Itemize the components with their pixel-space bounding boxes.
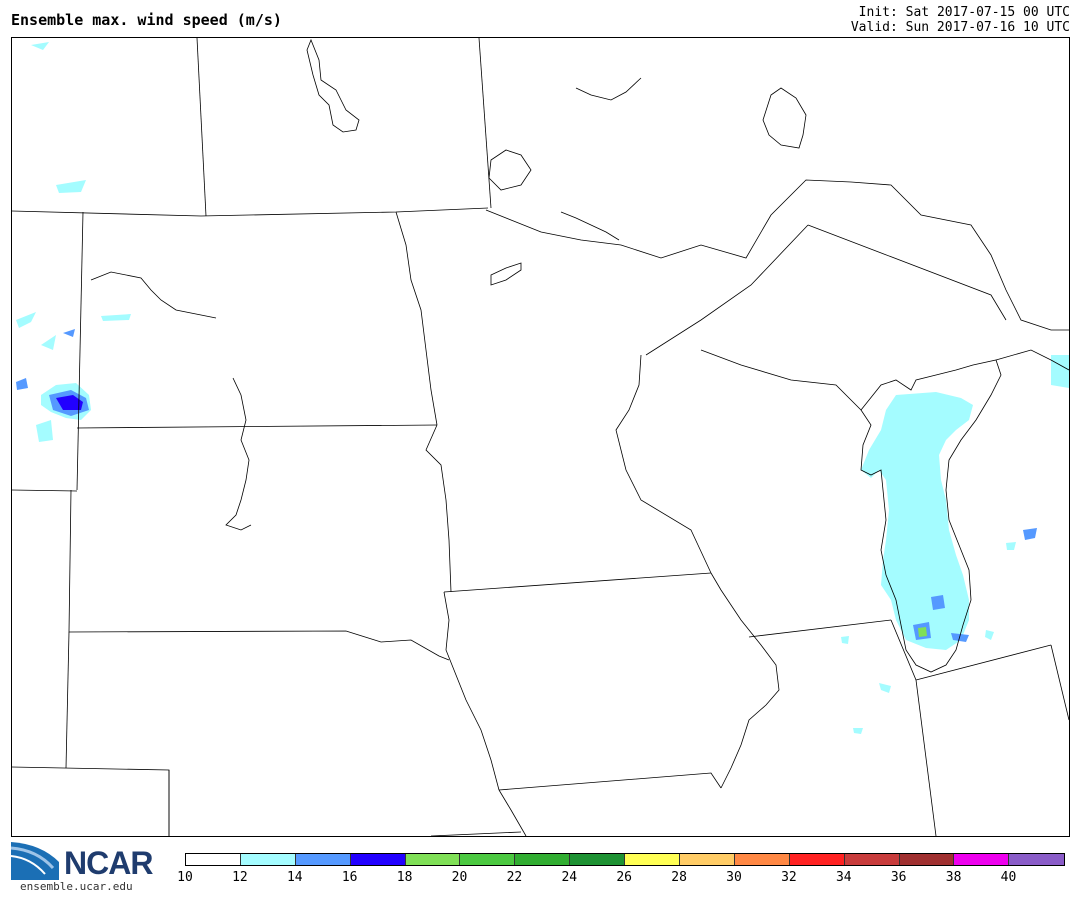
state-border-mt-nd <box>76 211 84 491</box>
colorbar-tick-label: 26 <box>616 870 633 885</box>
colorbar-swatch <box>680 854 735 865</box>
map-title: Ensemble max. wind speed (m/s) <box>11 11 282 29</box>
colorbar-swatch <box>899 854 955 865</box>
colorbar-tick-label: 24 <box>561 870 578 885</box>
wind-area-west-6 <box>36 420 53 442</box>
wind-area-west-2 <box>16 312 36 328</box>
colorbar <box>185 853 1066 866</box>
map-panel <box>11 37 1070 837</box>
state-border-ks-mo-south <box>430 831 522 836</box>
colorbar-tick-label: 12 <box>232 870 248 885</box>
wind-area-cyan-9 <box>853 728 863 734</box>
wind-area-west-4 <box>56 180 86 193</box>
time-info: Init: Sat 2017-07-15 00 UTC Valid: Sun 2… <box>851 5 1070 35</box>
state-border-wi-mn <box>615 354 712 574</box>
lake-winnipeg <box>306 38 360 133</box>
colorbar-swatch <box>350 854 406 865</box>
colorbar-swatch <box>625 854 681 865</box>
colorbar-swatch <box>570 854 626 865</box>
wind-area-blue-2 <box>16 378 28 390</box>
colorbar-tick-label: 20 <box>451 870 468 885</box>
colorbar-swatch <box>515 854 571 865</box>
colorbar-tick-label: 40 <box>1000 870 1017 885</box>
colorbar-tick-label: 14 <box>286 870 303 885</box>
state-border-sd-ne <box>68 489 450 661</box>
colorbar-tick-label: 38 <box>945 870 962 885</box>
colorbar-swatch <box>789 854 845 865</box>
colorbar-swatch <box>240 854 296 865</box>
missouri-river <box>90 271 217 319</box>
lake-superior-shore <box>485 179 1069 331</box>
colorbar-tick-label: 10 <box>177 870 193 885</box>
wind-area-blue-4 <box>931 595 945 610</box>
lake-ontario-area <box>560 211 620 241</box>
state-border-nd-mn <box>395 211 438 426</box>
wind-area-west-5 <box>31 42 49 50</box>
wind-area-lake-michigan <box>861 392 973 650</box>
lake-nipigon <box>762 87 807 149</box>
colorbar-swatch <box>460 854 516 865</box>
wind-area-green-1 <box>918 627 927 637</box>
init-time: Init: Sat 2017-07-15 00 UTC <box>858 5 1070 20</box>
state-border-mi-ontario <box>807 224 1007 321</box>
colorbar-swatch <box>844 854 900 865</box>
state-border-sd-mn <box>425 424 452 593</box>
red-lake <box>490 262 522 286</box>
state-border-il-in <box>890 619 937 836</box>
state-border-ia-east <box>710 572 780 789</box>
colorbar-tick-label: 18 <box>396 870 413 885</box>
colorbar-swatch <box>954 854 1010 865</box>
colorbar-tick-label: 32 <box>781 870 797 885</box>
wind-area-cyan-11 <box>985 630 994 640</box>
colorbar-tick-label: 28 <box>671 870 687 885</box>
state-border-co-ne <box>12 766 170 836</box>
lake-oahe <box>225 377 252 531</box>
state-border-oh-pa <box>1050 644 1069 721</box>
state-border-wy-ne <box>65 631 70 769</box>
state-border-ne-mo <box>498 789 527 836</box>
wind-area-cyan-12 <box>1006 542 1016 550</box>
wind-area-cyan-10 <box>841 636 849 644</box>
state-border-wi-mi <box>700 349 862 411</box>
province-border-sask-manitoba <box>196 38 207 217</box>
state-border-in-oh <box>915 644 1052 681</box>
wind-area-blue-6 <box>1023 528 1037 540</box>
wind-areas <box>16 42 1069 734</box>
us-canada-border <box>12 207 489 217</box>
state-border-mn-ontario <box>645 224 809 356</box>
state-border-mt-wy <box>12 489 78 492</box>
state-border-nd-sd <box>76 424 438 429</box>
wind-area-west-3 <box>101 314 131 321</box>
colorbar-swatch <box>186 854 241 865</box>
valid-time: Valid: Sun 2017-07-16 10 UTC <box>850 20 1070 35</box>
wind-area-se-ontario <box>1051 355 1069 388</box>
state-border-ia-west <box>443 591 500 791</box>
colorbar-tick-label: 36 <box>890 870 907 885</box>
wind-area-blue-3 <box>63 329 75 337</box>
lake-of-woods <box>488 149 532 191</box>
colorbar-tick-label: 22 <box>506 870 523 885</box>
colorbar-swatch <box>405 854 461 865</box>
wind-area-cyan-8 <box>879 683 891 693</box>
colorbar-swatch <box>295 854 351 865</box>
state-border-wi-il <box>748 619 892 638</box>
colorbar-ticks: 10 12 14 16 18 20 22 24 26 28 30 32 34 36 38 40 <box>0 870 1080 886</box>
colorbar-tick-label: 16 <box>341 870 358 885</box>
state-border-ia-mo <box>498 772 722 791</box>
colorbar-swatch <box>1009 854 1065 865</box>
colorbar-tick-label: 30 <box>726 870 742 885</box>
state-border-mn-ia <box>443 572 712 593</box>
lake-northern <box>575 77 642 101</box>
colorbar-tick-label: 34 <box>835 870 852 885</box>
province-border-manitoba-ontario <box>478 38 492 209</box>
colorbar-swatch <box>734 854 790 865</box>
wind-area-west-7 <box>41 335 56 350</box>
map-svg <box>12 38 1069 836</box>
